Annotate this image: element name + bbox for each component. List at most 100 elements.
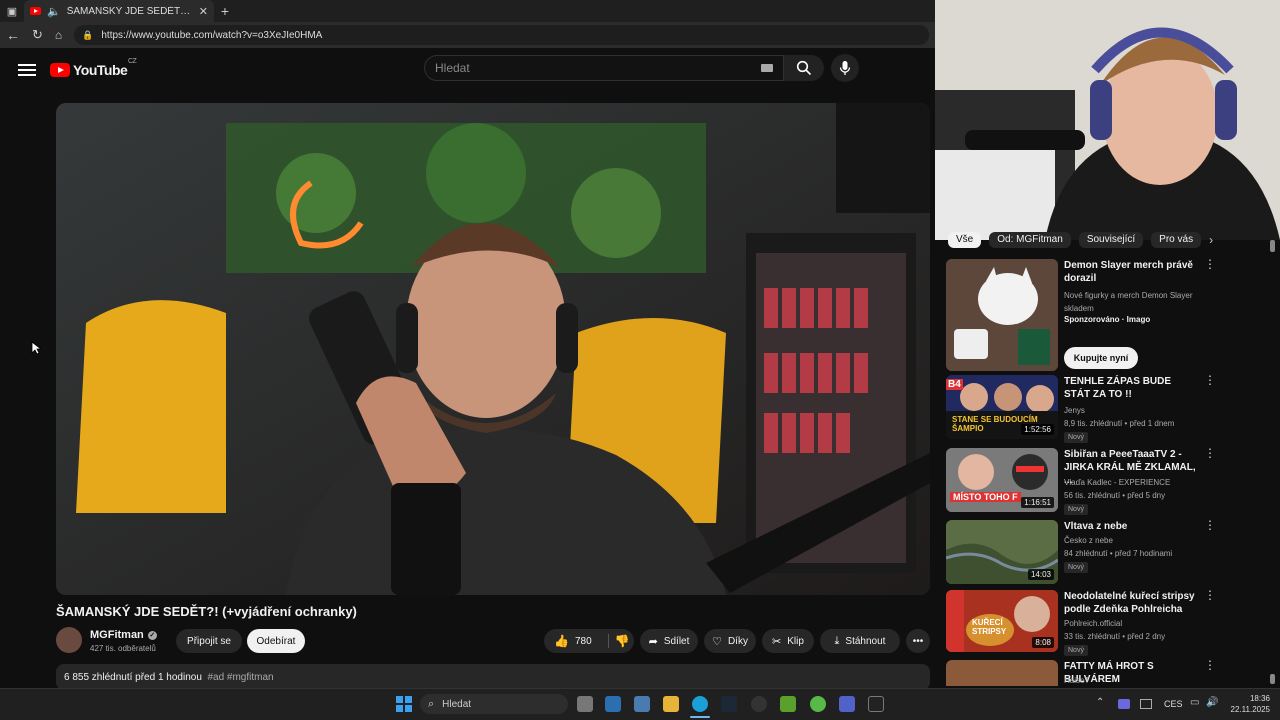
language-indicator[interactable]: CES xyxy=(1164,699,1183,709)
tray-app-icon[interactable] xyxy=(1118,699,1130,709)
list-item[interactable]: Demon Slayer merch právě dorazil Nové fi… xyxy=(946,258,1266,371)
list-item[interactable]: FATTY MÁ HROT S BULVÁREM HaiseT ⋮ xyxy=(946,660,1266,686)
back-icon[interactable]: ← xyxy=(6,27,20,43)
recommendation-title[interactable]: Neodolatelné kuřecí stripsy podle Zdeňka… xyxy=(1064,590,1196,616)
search-input[interactable]: Hledat xyxy=(424,55,784,81)
chip-all[interactable]: Vše xyxy=(948,232,982,248)
video-thumbnail[interactable] xyxy=(946,259,1058,371)
speaker-icon[interactable]: 🔈 xyxy=(47,5,61,18)
scrollbar-thumb-top[interactable] xyxy=(1270,240,1275,252)
channel-name[interactable]: HaiseT xyxy=(1064,674,1204,686)
video-duration: 1:52:56 xyxy=(1021,424,1054,435)
thumbs-up-icon[interactable]: 👍 xyxy=(554,634,569,648)
filter-chips: Vše Od: MGFitman Související Pro vás › xyxy=(948,232,1213,248)
list-item[interactable]: MÍSTO TOHO F 1:16:51 Sibiřan a PeeeTaaaT… xyxy=(946,447,1266,515)
steam-icon[interactable] xyxy=(721,696,737,712)
thanks-button[interactable]: ♡ Díky xyxy=(704,629,756,653)
hashtags[interactable]: #ad #mgfitman xyxy=(207,672,273,683)
share-button[interactable]: ➦ Sdílet xyxy=(640,629,698,653)
voice-search-button[interactable] xyxy=(831,54,859,82)
clock-time: 18:36 xyxy=(1249,694,1270,703)
thumbs-down-icon[interactable]: 👎 xyxy=(615,634,630,648)
channel-name[interactable]: Jenys xyxy=(1064,404,1204,417)
list-item[interactable]: B4 STANE SE BUDOUCÍM ŠAMPIO 1:52:56 TENH… xyxy=(946,374,1266,443)
search-button[interactable] xyxy=(784,55,824,81)
nvidia-icon[interactable] xyxy=(780,696,796,712)
scissors-icon: ✂ xyxy=(772,635,782,648)
search-icon xyxy=(796,60,812,76)
more-icon: ••• xyxy=(912,635,924,647)
task-view-icon[interactable] xyxy=(577,696,593,712)
browser-tab-active[interactable]: 🔈 ŠAMANSKÝ JDE SEDĚT?! (+vyj ✕ xyxy=(24,0,214,22)
recommendation-title[interactable]: Vltava z nebe xyxy=(1064,520,1196,533)
join-label: Připojit se xyxy=(187,635,231,647)
more-vert-icon[interactable]: ⋮ xyxy=(1204,660,1216,671)
video-stats: 33 tis. zhlédnutí • před 2 dny xyxy=(1064,632,1166,641)
url-field[interactable]: 🔒 https://www.youtube.com/watch?v=o3XeJI… xyxy=(74,25,929,45)
more-vert-icon[interactable]: ⋮ xyxy=(1204,374,1216,386)
new-badge: Nový xyxy=(1064,432,1088,443)
channel-name[interactable]: Česko z nebe xyxy=(1064,534,1204,547)
list-item[interactable]: 14:03 Vltava z nebe Česko z nebe 84 zhlé… xyxy=(946,519,1266,586)
channel-avatar[interactable] xyxy=(56,627,82,653)
channel-name-link[interactable]: MGFitman ✓ xyxy=(90,629,157,641)
new-badge: Nový xyxy=(1064,504,1088,515)
list-item[interactable]: KUŘECÍ STRIPSY 8:08 Neodolatelné kuřecí … xyxy=(946,589,1266,656)
taskbar-search[interactable]: ⌕ Hledat xyxy=(420,694,568,714)
app-icon[interactable] xyxy=(605,696,621,712)
app-icon[interactable] xyxy=(634,696,650,712)
more-vert-icon[interactable]: ⋮ xyxy=(1204,519,1216,531)
keyboard-icon[interactable] xyxy=(761,64,773,72)
recommendation-title[interactable]: TENHLE ZÁPAS BUDE STÁT ZA TO !! xyxy=(1064,375,1196,401)
more-actions-button[interactable]: ••• xyxy=(906,629,930,653)
join-button[interactable]: Připojit se xyxy=(176,629,242,653)
network-icon[interactable]: ▭ xyxy=(1190,697,1199,708)
channel-name[interactable]: Vlaďa Kadlec - EXPERIENCE xyxy=(1064,476,1204,489)
clock[interactable]: 18:36 22.11.2025 xyxy=(1226,693,1270,715)
chevron-up-icon[interactable]: ⌃ xyxy=(1096,697,1104,708)
new-badge: Nový xyxy=(1064,645,1088,656)
file-explorer-icon[interactable] xyxy=(663,696,679,712)
more-vert-icon[interactable]: ⋮ xyxy=(1204,589,1216,601)
subscribe-button[interactable]: Odebírat xyxy=(247,629,305,653)
video-thumbnail[interactable]: KUŘECÍ STRIPSY 8:08 xyxy=(946,590,1058,652)
video-player[interactable] xyxy=(56,103,930,595)
video-thumbnail[interactable]: MÍSTO TOHO F 1:16:51 xyxy=(946,448,1058,512)
app-icon[interactable] xyxy=(751,696,767,712)
download-button[interactable]: ⤓ Stáhnout xyxy=(820,629,900,653)
tray-app-icon[interactable] xyxy=(1140,699,1152,709)
close-tab-icon[interactable]: ✕ xyxy=(199,5,208,18)
like-count[interactable]: 780 xyxy=(575,636,592,647)
chip-related[interactable]: Související xyxy=(1078,232,1144,248)
windows-start-icon[interactable] xyxy=(396,696,412,712)
more-vert-icon[interactable]: ⋮ xyxy=(1204,258,1216,270)
url-text: https://www.youtube.com/watch?v=o3XeJIe0… xyxy=(101,29,323,41)
video-thumbnail[interactable] xyxy=(946,660,1058,686)
channel-name[interactable]: Pohlreich.official xyxy=(1064,617,1204,630)
scrollbar-thumb-bottom[interactable] xyxy=(1270,674,1275,684)
new-tab-icon[interactable]: + xyxy=(214,3,236,19)
chip-from-channel[interactable]: Od: MGFitman xyxy=(989,232,1071,248)
xbox-icon[interactable] xyxy=(810,696,826,712)
video-duration: 1:16:51 xyxy=(1021,497,1054,508)
hamburger-menu-icon[interactable] xyxy=(18,64,36,76)
epic-games-icon[interactable] xyxy=(868,696,884,712)
tab-actions-icon[interactable]: ▣ xyxy=(0,5,24,18)
clip-button[interactable]: ✂ Klip xyxy=(762,629,814,653)
edge-browser-icon[interactable] xyxy=(692,696,708,712)
volume-icon[interactable]: 🔊 xyxy=(1206,697,1218,708)
mouse-cursor-icon xyxy=(31,341,41,355)
description-box[interactable]: 6 855 zhlédnutí před 1 hodinou #ad #mgfi… xyxy=(56,664,930,690)
app-icon[interactable] xyxy=(839,696,855,712)
recommendation-title[interactable]: Demon Slayer merch právě dorazil xyxy=(1064,259,1196,285)
video-thumbnail[interactable]: B4 STANE SE BUDOUCÍM ŠAMPIO 1:52:56 xyxy=(946,375,1058,439)
reload-icon[interactable]: ↻ xyxy=(32,27,43,43)
home-icon[interactable]: ⌂ xyxy=(55,28,62,42)
chevron-right-icon[interactable]: › xyxy=(1209,232,1213,248)
more-vert-icon[interactable]: ⋮ xyxy=(1204,447,1216,459)
video-thumbnail[interactable]: 14:03 xyxy=(946,520,1058,584)
share-label: Sdílet xyxy=(663,635,690,647)
youtube-logo[interactable]: YouTube CZ xyxy=(50,58,137,78)
chip-for-you[interactable]: Pro vás xyxy=(1151,232,1202,248)
buy-now-button[interactable]: Kupujte nyní xyxy=(1064,347,1138,369)
